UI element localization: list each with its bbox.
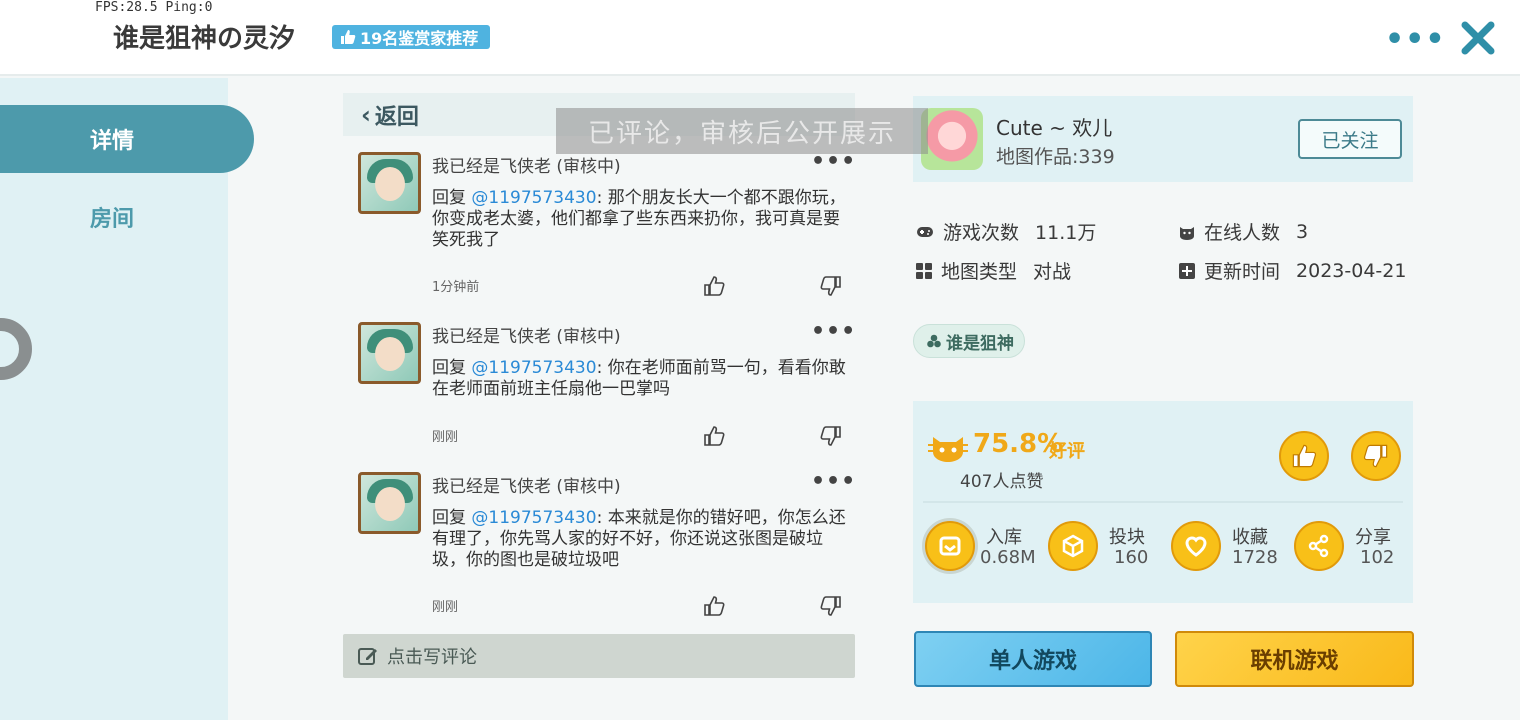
rate-like-button[interactable] xyxy=(1279,431,1329,481)
action-favorite-value: 1728 xyxy=(1232,547,1278,568)
block-icon xyxy=(1048,521,1098,571)
rating-likes: 407人点赞 xyxy=(960,472,1044,492)
avatar[interactable] xyxy=(358,472,421,534)
like-icon[interactable] xyxy=(703,275,725,297)
thumbs-up-icon xyxy=(1292,444,1317,468)
comment-more-icon[interactable]: ••• xyxy=(811,319,856,344)
stat-online: 在线人数 3 xyxy=(1178,218,1308,245)
comment-author: 我已经是飞侠老 (审核中) xyxy=(432,477,621,497)
chevron-left-icon: ‹ xyxy=(361,100,371,129)
rating-good-label: 好评 xyxy=(1049,441,1085,462)
close-icon[interactable] xyxy=(1460,20,1496,56)
comment-text: 回复 @1197573430: 本来就是你的错好吧，你怎么还有理了，你先骂人家的… xyxy=(432,508,846,570)
stat-plays-value: 11.1万 xyxy=(1035,222,1097,244)
author-card: Cute ~ 欢儿 地图作品:339 已关注 xyxy=(913,96,1413,182)
action-favorite-label: 收藏 xyxy=(1232,527,1268,548)
map-tag[interactable]: 谁是狙神 xyxy=(913,324,1025,358)
comment-author: 我已经是飞侠老 (审核中) xyxy=(432,157,621,177)
sidebar: 详情 房间 xyxy=(0,78,254,720)
action-inbox-value: 0.68M xyxy=(980,547,1036,568)
comment-text: 回复 @1197573430: 那个朋友长大一个都不跟你玩，你变成老太婆，他们都… xyxy=(432,188,846,250)
stat-plays: 游戏次数 11.1万 xyxy=(915,218,1096,245)
sidebar-item-details[interactable]: 详情 xyxy=(0,105,254,173)
share-icon xyxy=(1294,521,1344,571)
dislike-icon[interactable] xyxy=(820,595,842,617)
action-inbox-label: 入库 xyxy=(986,527,1022,548)
header-bar: 谁是狙神の灵汐 19名鉴赏家推荐 ••• xyxy=(0,0,1520,76)
comment-text: 回复 @1197573430: 你在老师面前骂一句，看看你敢在老师面前班主任扇他… xyxy=(432,358,846,399)
action-share-label: 分享 xyxy=(1355,527,1391,548)
action-share-value: 102 xyxy=(1360,547,1395,568)
stat-map-type-value: 对战 xyxy=(1033,261,1072,283)
inbox-icon xyxy=(925,521,975,571)
stat-updated-value: 2023-04-21 xyxy=(1296,259,1407,282)
plus-square-icon xyxy=(1179,262,1195,279)
heart-icon xyxy=(1171,521,1221,571)
author-works: 地图作品:339 xyxy=(996,146,1115,168)
mention-link[interactable]: @1197573430 xyxy=(471,508,596,528)
stat-online-value: 3 xyxy=(1296,220,1309,243)
map-tag-label: 谁是狙神 xyxy=(946,333,1014,354)
action-block-label: 投块 xyxy=(1109,527,1145,548)
sidebar-item-room[interactable]: 房间 xyxy=(0,183,228,251)
back-label: 返回 xyxy=(374,104,419,130)
action-block-value: 160 xyxy=(1114,547,1149,568)
comment-more-icon[interactable]: ••• xyxy=(811,469,856,494)
comment-time: 刚刚 xyxy=(432,600,459,615)
more-dots-icon[interactable]: ••• xyxy=(1385,25,1446,55)
single-player-button[interactable]: 单人游戏 xyxy=(914,631,1152,687)
cat-face-icon xyxy=(928,437,968,462)
comment-time: 1分钟前 xyxy=(432,280,480,295)
stat-online-label: 在线人数 xyxy=(1204,222,1281,244)
online-cat-icon xyxy=(1180,226,1194,240)
tag-cluster-icon xyxy=(927,334,941,348)
like-icon[interactable] xyxy=(703,425,725,447)
stat-map-type: 地图类型 对战 xyxy=(915,257,1071,284)
stat-updated-label: 更新时间 xyxy=(1204,261,1281,283)
recommend-badge-label: 19名鉴赏家推荐 xyxy=(360,29,479,48)
stat-map-type-label: 地图类型 xyxy=(941,261,1018,283)
grid-icon xyxy=(916,262,932,279)
multiplayer-button[interactable]: 联机游戏 xyxy=(1175,631,1414,687)
author-avatar[interactable] xyxy=(921,108,983,170)
author-name[interactable]: Cute ~ 欢儿 xyxy=(996,112,1112,141)
stat-updated: 更新时间 2023-04-21 xyxy=(1178,257,1406,284)
like-icon[interactable] xyxy=(703,595,725,617)
rating-panel: 75.8% 好评 407人点赞 入库 0.68M 投块 160 收藏 1728 … xyxy=(913,401,1413,603)
avatar[interactable] xyxy=(358,152,421,214)
gamepad-icon xyxy=(917,226,933,237)
fps-overlay: FPS:28.5 Ping:0 xyxy=(95,0,213,15)
thumbs-down-icon xyxy=(1363,444,1388,468)
comment-time: 刚刚 xyxy=(432,430,459,445)
dislike-icon[interactable] xyxy=(820,425,842,447)
page-title: 谁是狙神の灵汐 xyxy=(113,24,296,54)
stat-plays-label: 游戏次数 xyxy=(943,222,1020,244)
thumbs-up-icon xyxy=(341,30,356,44)
rate-dislike-button[interactable] xyxy=(1351,431,1401,481)
mention-link[interactable]: @1197573430 xyxy=(471,188,596,208)
write-comment-label: 点击写评论 xyxy=(387,647,477,668)
comment-author: 我已经是飞侠老 (审核中) xyxy=(432,327,621,347)
divider xyxy=(923,501,1403,503)
edit-icon xyxy=(358,648,377,665)
toast-message: 已评论，审核后公开展示 xyxy=(556,108,928,154)
follow-button[interactable]: 已关注 xyxy=(1298,119,1402,159)
recommend-badge[interactable]: 19名鉴赏家推荐 xyxy=(332,25,491,49)
write-comment-input[interactable]: 点击写评论 xyxy=(343,634,855,678)
mention-link[interactable]: @1197573430 xyxy=(471,358,596,378)
avatar[interactable] xyxy=(358,322,421,384)
dislike-icon[interactable] xyxy=(820,275,842,297)
